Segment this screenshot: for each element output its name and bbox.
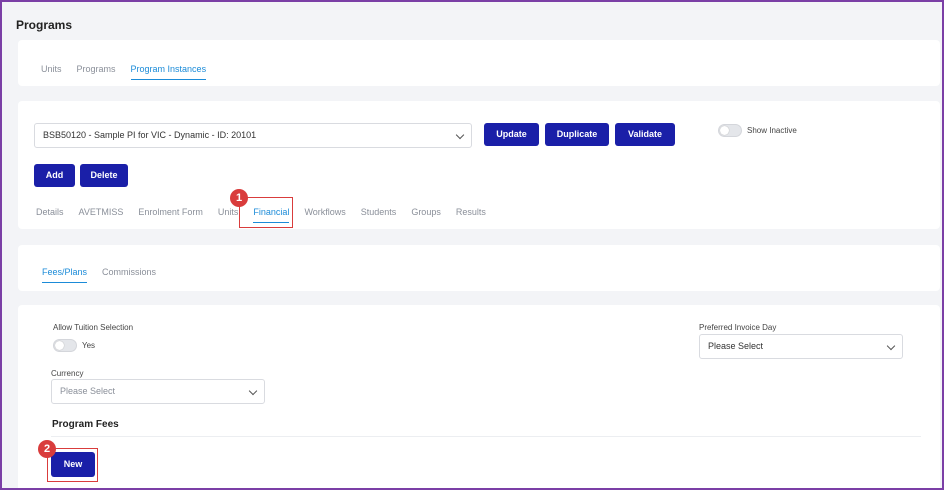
chevron-down-icon	[455, 130, 465, 140]
tab-units[interactable]: Units	[41, 64, 62, 80]
currency-value: Please Select	[60, 386, 116, 396]
program-fees-title: Program Fees	[52, 419, 119, 430]
update-button[interactable]: Update	[484, 123, 539, 146]
app-frame: Programs Units Programs Program Instance…	[0, 0, 944, 490]
program-instance-select-value: BSB50120 - Sample PI for VIC - Dynamic -…	[43, 130, 257, 140]
toggle-knob	[55, 341, 64, 350]
currency-select[interactable]: Please Select	[51, 379, 265, 404]
top-tabs-card: Units Programs Program Instances	[18, 40, 940, 86]
tab-enrolment-form[interactable]: Enrolment Form	[138, 207, 203, 223]
currency-label: Currency	[51, 369, 84, 378]
tab-commissions[interactable]: Commissions	[102, 267, 156, 283]
tab-workflows[interactable]: Workflows	[304, 207, 345, 223]
chevron-down-icon	[248, 386, 258, 396]
financial-tabs-card: Fees/Plans Commissions	[18, 245, 940, 291]
validate-button[interactable]: Validate	[615, 123, 675, 146]
tab-students[interactable]: Students	[361, 207, 397, 223]
financial-tabs: Fees/Plans Commissions	[42, 267, 171, 283]
tab-program-instances[interactable]: Program Instances	[130, 64, 207, 80]
allow-tuition-label: Allow Tuition Selection	[53, 323, 134, 332]
show-inactive-toggle[interactable]	[718, 124, 742, 137]
preferred-invoice-value: Please Select	[708, 341, 764, 351]
add-button[interactable]: Add	[34, 164, 75, 187]
chevron-down-icon	[886, 341, 896, 351]
delete-button[interactable]: Delete	[80, 164, 128, 187]
toggle-knob	[720, 126, 729, 135]
top-tabs: Units Programs Program Instances	[41, 64, 221, 80]
page-title: Programs	[16, 18, 73, 32]
step-marker-1: 1	[230, 189, 248, 207]
instance-card: BSB50120 - Sample PI for VIC - Dynamic -…	[18, 101, 940, 229]
duplicate-button[interactable]: Duplicate	[545, 123, 609, 146]
preferred-invoice-select[interactable]: Please Select	[699, 334, 903, 359]
tab-groups[interactable]: Groups	[411, 207, 441, 223]
tab-results[interactable]: Results	[456, 207, 486, 223]
preferred-invoice-label: Preferred Invoice Day	[699, 323, 777, 332]
program-instance-select[interactable]: BSB50120 - Sample PI for VIC - Dynamic -…	[34, 123, 472, 148]
tab-details[interactable]: Details	[36, 207, 64, 223]
tab-units-detail[interactable]: Units	[218, 207, 239, 223]
tab-fees-plans[interactable]: Fees/Plans	[42, 267, 88, 283]
step-marker-2: 2	[38, 440, 56, 458]
section-divider	[51, 436, 921, 437]
show-inactive-label: Show Inactive	[747, 126, 797, 135]
allow-tuition-value: Yes	[82, 341, 96, 350]
tab-programs[interactable]: Programs	[77, 64, 116, 80]
fees-form-card: Allow Tuition Selection Yes Preferred In…	[18, 305, 940, 488]
allow-tuition-toggle[interactable]	[53, 339, 77, 352]
tab-avetmiss[interactable]: AVETMISS	[79, 207, 124, 223]
